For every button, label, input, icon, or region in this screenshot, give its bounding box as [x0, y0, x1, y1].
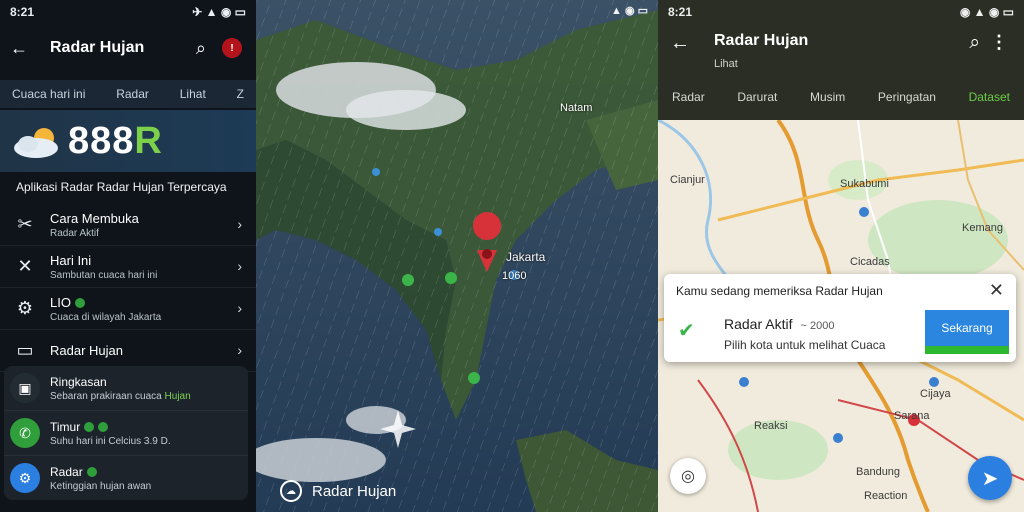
hero-value: 888R: [68, 120, 163, 162]
map-label: Cijaya: [920, 388, 951, 400]
status-icons: ▲ ◉ ▭: [611, 5, 648, 17]
map-label: Kemang: [962, 222, 1003, 234]
tab-today[interactable]: Cuaca hari ini: [12, 87, 85, 101]
map-label: Sarana: [894, 410, 930, 422]
tab-season[interactable]: Musim: [810, 90, 845, 112]
tab-view[interactable]: Lihat: [180, 87, 206, 101]
summary-icon: ▣: [10, 373, 40, 403]
status-time: 8:21: [668, 5, 693, 19]
chevron-right-icon: ›: [237, 300, 242, 316]
status-bar: 8:21 ✈ ▲ ◉ ▭: [0, 0, 256, 24]
locate-me-button[interactable]: ◎: [670, 458, 706, 494]
app-subtitle: Aplikasi Radar Radar Hujan Terpercaya: [16, 180, 227, 194]
dialog-title: Kamu sedang memeriksa Radar Hujan: [676, 284, 883, 298]
back-arrow-icon[interactable]: ←: [670, 32, 690, 55]
search-icon[interactable]: ⌕: [196, 38, 206, 59]
gear-icon: ⚙: [16, 298, 34, 318]
summary-card: ▣ Ringkasan Sebaran prakiraan cuaca Hujan…: [4, 366, 248, 500]
app-bar: ← Radar Hujan ⌕ !: [0, 24, 256, 72]
notification-badge-icon[interactable]: !: [222, 38, 242, 58]
list-item[interactable]: ▣ Ringkasan Sebaran prakiraan cuaca Hujan: [4, 366, 248, 411]
chevron-right-icon: ›: [237, 258, 242, 274]
info-dialog: Kamu sedang memeriksa Radar Hujan ✕ ✔ Ra…: [664, 274, 1016, 362]
dialog-item-subtitle: Pilih kota untuk melihat Cuaca: [724, 338, 886, 352]
satellite-map-graphic: [256, 0, 658, 512]
map-label-north: Natam: [560, 102, 593, 114]
status-icons: ✈ ▲ ◉ ▭: [192, 5, 246, 19]
dialog-item: Radar Aktif ~ 2000: [724, 316, 835, 332]
weather-hero-banner: 888R: [0, 110, 256, 172]
list-item[interactable]: ✕ Hari Ini Sambutan cuaca hari ini ›: [0, 246, 256, 288]
map-pin-label: Jakarta: [506, 250, 546, 264]
list-item[interactable]: ⚙ Radar Ketinggian hujan awan: [4, 456, 248, 500]
tab-more[interactable]: Z: [237, 87, 244, 101]
page-title: Radar Hujan: [714, 32, 809, 49]
navigation-arrow-icon: ➤: [981, 467, 999, 490]
app-header: 8:21 ◉ ▲ ◉ ▭ ← Radar Hujan Lihat ⌕ ⋮ Rad…: [658, 0, 1024, 120]
chevron-right-icon: ›: [237, 342, 242, 358]
target-icon: ◎: [681, 468, 695, 485]
tab-radar[interactable]: Radar: [116, 87, 149, 101]
app-bar: ← Radar Hujan Lihat ⌕ ⋮: [658, 28, 1024, 78]
more-options-icon[interactable]: ⋮: [990, 32, 1008, 53]
left-phone-screen: 8:21 ✈ ▲ ◉ ▭ ← Radar Hujan ⌕ ! Cuaca har…: [0, 0, 256, 512]
dialog-action-button[interactable]: Sekarang: [925, 310, 1009, 354]
map-label: Cianjur: [670, 174, 705, 186]
menu-list: ✂ Cara Membuka Radar Aktif › ✕ Hari Ini Sa…: [0, 204, 256, 372]
map-label: Sukabumi: [840, 178, 889, 190]
map-label: Bandung: [856, 466, 901, 478]
navigate-fab-button[interactable]: ➤: [968, 456, 1012, 500]
page-title: Radar Hujan: [50, 39, 145, 56]
close-icon[interactable]: ✕: [989, 280, 1004, 301]
tab-emergency[interactable]: Darurat: [737, 90, 777, 112]
map-pin-sub: 1060: [502, 270, 527, 282]
satellite-radar-map[interactable]: ▲ ◉ ▭ Natam Jakarta 1060 ☁ Radar Hujan: [256, 0, 658, 512]
list-item[interactable]: ✆ Timur Suhu hari ini Celcius 3.9 D.: [4, 411, 248, 456]
check-icon: ✔: [678, 320, 695, 342]
tools-icon: ✕: [17, 256, 33, 276]
back-arrow-icon[interactable]: ←: [10, 38, 28, 59]
chat-icon: ✆: [10, 418, 40, 448]
list-item[interactable]: ✂ Cara Membuka Radar Aktif ›: [0, 204, 256, 246]
settings-icon: ⚙: [10, 463, 40, 493]
tab-warning[interactable]: Peringatan: [878, 90, 936, 112]
map-label: Reaction: [864, 490, 908, 502]
radar-icon: ▭: [16, 340, 34, 360]
status-icons: ◉ ▲ ◉ ▭: [959, 5, 1014, 19]
sun-cloud-icon: [14, 128, 58, 158]
search-icon[interactable]: ⌕: [969, 32, 980, 54]
chevron-right-icon: ›: [237, 216, 242, 232]
page-subtitle: Lihat: [714, 58, 738, 70]
map-layer-label[interactable]: ☁ Radar Hujan: [280, 480, 396, 502]
right-phone-screen: 8:21 ◉ ▲ ◉ ▭ ← Radar Hujan Lihat ⌕ ⋮ Rad…: [658, 0, 1024, 512]
status-time: 8:21: [10, 5, 35, 19]
scissors-icon: ✂: [17, 214, 33, 234]
map-label: Reaksi: [754, 420, 788, 432]
list-item[interactable]: ⚙ LIO Cuaca di wilayah Jakarta ›: [0, 288, 256, 330]
tab-dataset[interactable]: Dataset: [969, 90, 1010, 112]
cloud-icon: ☁: [280, 480, 302, 502]
status-bar: 8:21 ◉ ▲ ◉ ▭: [658, 0, 1024, 24]
map-label: Cicadas: [850, 256, 890, 268]
tab-radar[interactable]: Radar: [672, 90, 705, 112]
tab-bar: Radar Darurat Musim Peringatan Dataset: [658, 90, 1024, 112]
tab-bar: Cuaca hari ini Radar Lihat Z: [0, 80, 256, 108]
